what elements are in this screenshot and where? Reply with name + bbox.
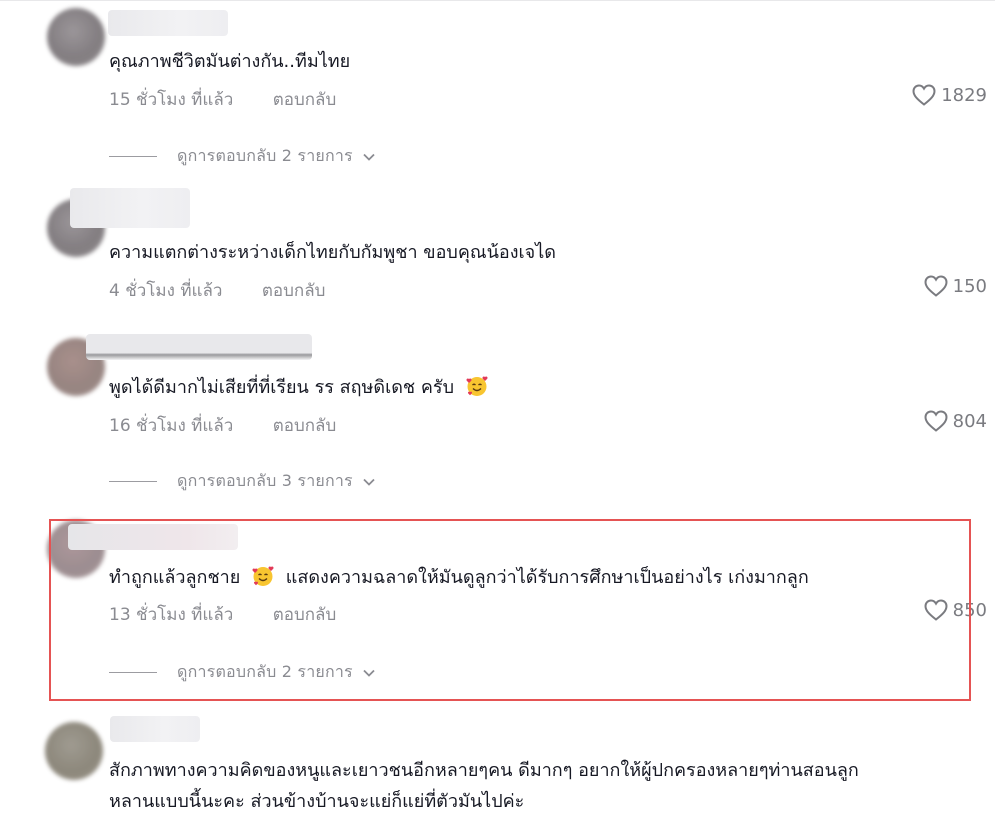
like-button[interactable]: 804 bbox=[924, 410, 987, 432]
comment-text: คุณภาพชีวิตมันต่างกัน..ทีมไทย bbox=[109, 51, 351, 72]
replies-divider bbox=[109, 156, 157, 157]
reply-button[interactable]: ตอบกลับ bbox=[262, 277, 326, 304]
like-count: 804 bbox=[952, 410, 987, 432]
username-blurred[interactable] bbox=[110, 716, 200, 742]
chevron-down-icon bbox=[363, 478, 375, 486]
username-blurred[interactable] bbox=[108, 10, 228, 36]
like-button[interactable]: 1829 bbox=[912, 84, 987, 106]
view-replies-label: ดูการตอบกลับ 2 รายการ bbox=[177, 146, 353, 165]
smiling-face-with-hearts-icon bbox=[466, 376, 488, 396]
heart-icon bbox=[924, 275, 948, 297]
comment-time: 15 ชั่วโมง ที่แล้ว bbox=[109, 90, 234, 110]
comment-text-content: พูดได้ดีมากไม่เสียที่ที่เรียน รร สฤษดิเด… bbox=[109, 377, 454, 398]
like-button[interactable]: 150 bbox=[924, 275, 987, 297]
top-divider bbox=[0, 0, 995, 1]
comment-text-line-1: สักภาพทางความคิดของหนูและเยาวชนอีกหลายๆค… bbox=[109, 760, 859, 781]
comment-text: ความแตกต่างระหว่างเด็กไทยกับกัมพูชา ขอบค… bbox=[109, 242, 556, 263]
comment-text: พูดได้ดีมากไม่เสียที่ที่เรียน รร สฤษดิเด… bbox=[109, 372, 969, 403]
comment-text-line-2: หลานแบบนี้นะคะ ส่วนข้างบ้านจะแย่ก็แย่ที่… bbox=[109, 791, 525, 812]
heart-icon bbox=[912, 84, 936, 106]
reply-button[interactable]: ตอบกลับ bbox=[273, 412, 337, 439]
username-blurred[interactable] bbox=[70, 188, 190, 228]
like-count: 150 bbox=[952, 275, 987, 297]
comment-meta: 16 ชั่วโมง ที่แล้ว ตอบกลับ bbox=[109, 412, 336, 439]
heart-icon bbox=[924, 410, 948, 432]
avatar[interactable] bbox=[45, 722, 103, 780]
replies-divider bbox=[109, 481, 157, 482]
comment-time: 4 ชั่วโมง ที่แล้ว bbox=[109, 281, 223, 301]
view-replies-label: ดูการตอบกลับ 3 รายการ bbox=[177, 471, 353, 490]
reply-button[interactable]: ตอบกลับ bbox=[273, 86, 337, 113]
comment-meta: 4 ชั่วโมง ที่แล้ว ตอบกลับ bbox=[109, 277, 325, 304]
highlight-box bbox=[49, 519, 971, 701]
comment-time: 16 ชั่วโมง ที่แล้ว bbox=[109, 416, 234, 436]
chevron-down-icon bbox=[363, 153, 375, 161]
username-blurred[interactable] bbox=[86, 334, 312, 360]
avatar[interactable] bbox=[47, 8, 105, 66]
view-replies-button[interactable]: ดูการตอบกลับ 3 รายการ bbox=[109, 469, 375, 494]
like-count: 1829 bbox=[941, 84, 987, 106]
view-replies-button[interactable]: ดูการตอบกลับ 2 รายการ bbox=[109, 144, 375, 169]
comment-meta: 15 ชั่วโมง ที่แล้ว ตอบกลับ bbox=[109, 86, 336, 113]
